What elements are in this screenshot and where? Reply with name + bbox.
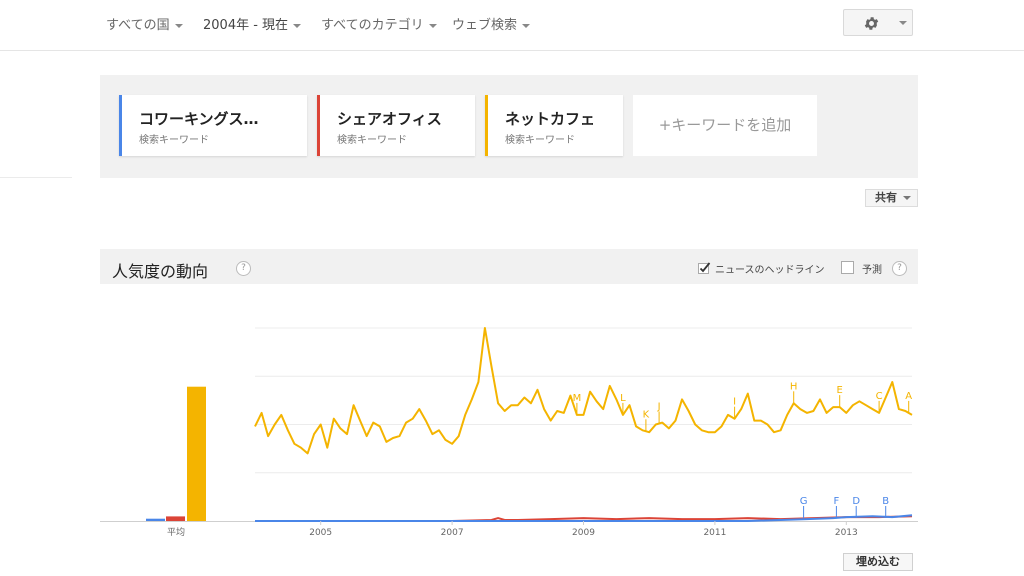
chevron-down-icon (899, 21, 907, 25)
news-annotations: M L KJ I H E C A G F D B (573, 381, 912, 518)
keyword-panel: コワーキングス… 検索キーワード シェアオフィス 検索キーワード ネットカフェ … (100, 75, 918, 178)
keyword-term: ネットカフェ (505, 110, 596, 128)
add-keyword-button[interactable]: +キーワードを追加 (633, 95, 817, 156)
annotation-letter[interactable]: K (643, 409, 650, 420)
embed-button[interactable]: 埋め込む (843, 553, 913, 571)
keyword-card-share-office[interactable]: シェアオフィス 検索キーワード (317, 95, 475, 156)
series-lines (254, 327, 913, 522)
annotation-letter[interactable]: G (800, 496, 808, 507)
keyword-card-coworking[interactable]: コワーキングス… 検索キーワード (119, 95, 307, 156)
average-bars (146, 386, 206, 521)
annotation-letter[interactable]: A (905, 391, 912, 402)
period-filter-label: 2004年 - 現在 (203, 18, 289, 33)
x-tick-label: 2013 (835, 528, 858, 538)
annotation-letter[interactable]: B (882, 496, 889, 507)
keyword-subtitle: 検索キーワード (139, 135, 209, 146)
keyword-subtitle: 検索キーワード (505, 135, 575, 146)
search-type-filter-label: ウェブ検索 (452, 18, 518, 33)
keyword-color-bar (485, 95, 488, 156)
news-headlines-checkbox[interactable] (698, 260, 711, 274)
keyword-subtitle: 検索キーワード (337, 135, 407, 146)
chevron-down-icon (293, 23, 302, 28)
x-tick-label: 2005 (309, 528, 332, 538)
annotation-letter[interactable]: E (837, 385, 843, 396)
share-label: 共有 (875, 191, 897, 204)
chevron-down-icon (522, 23, 531, 28)
trend-header: 人気度の動向 ? ニュースのヘッドライン 予測 ? (100, 249, 918, 284)
settings-button[interactable] (843, 9, 913, 36)
keyword-card-net-cafe[interactable]: ネットカフェ 検索キーワード (485, 95, 623, 156)
chart-grid (100, 327, 918, 522)
annotation-letter[interactable]: H (790, 381, 798, 392)
keyword-term: シェアオフィス (337, 110, 442, 128)
x-tick-label: 2011 (703, 528, 726, 538)
checkmark-icon (698, 262, 711, 274)
category-filter-label: すべてのカテゴリ (321, 18, 424, 33)
annotation-letter[interactable]: F (834, 496, 840, 507)
annotation-letter[interactable]: I (733, 397, 736, 408)
x-axis-ticks: 2005 2007 2009 2011 2013 (309, 521, 858, 538)
series-line (255, 514, 913, 522)
annotation-letter[interactable]: M (573, 393, 582, 404)
x-tick-label: 2009 (572, 528, 595, 538)
share-button[interactable]: 共有 (865, 189, 918, 207)
annotation-letter[interactable]: D (852, 496, 860, 507)
forecast-label: 予測 (862, 265, 882, 276)
series-line (254, 327, 913, 455)
period-filter[interactable]: 2004年 - 現在 (203, 14, 302, 33)
country-filter[interactable]: すべての国 (106, 14, 183, 33)
country-filter-label: すべての国 (106, 18, 170, 33)
category-filter[interactable]: すべてのカテゴリ (321, 14, 437, 33)
top-filter-bar: すべての国 2004年 - 現在 すべてのカテゴリ ウェブ検索 (0, 0, 1024, 51)
average-bar (187, 386, 206, 521)
trend-title: 人気度の動向 (112, 262, 209, 281)
help-icon[interactable]: ? (892, 261, 907, 276)
news-headlines-label: ニュースのヘッドライン (715, 265, 825, 276)
keyword-color-bar (317, 95, 320, 156)
annotation-letter[interactable]: L (620, 393, 626, 404)
chevron-down-icon (174, 23, 183, 28)
chevron-down-icon (428, 23, 437, 28)
series-line (255, 515, 913, 522)
average-label: 平均 (167, 526, 185, 538)
search-type-filter[interactable]: ウェブ検索 (452, 14, 531, 33)
help-icon[interactable]: ? (236, 261, 251, 276)
keyword-color-bar (119, 95, 122, 156)
annotation-letter[interactable]: J (657, 402, 661, 413)
forecast-checkbox[interactable] (841, 261, 854, 274)
average-bar (146, 518, 165, 521)
average-bar (166, 516, 185, 521)
x-tick-label: 2007 (441, 528, 464, 538)
left-divider (0, 177, 72, 178)
chevron-down-icon (903, 196, 911, 200)
gear-icon (864, 17, 879, 30)
annotation-letter[interactable]: C (876, 391, 883, 402)
keyword-term: コワーキングス… (139, 110, 259, 128)
